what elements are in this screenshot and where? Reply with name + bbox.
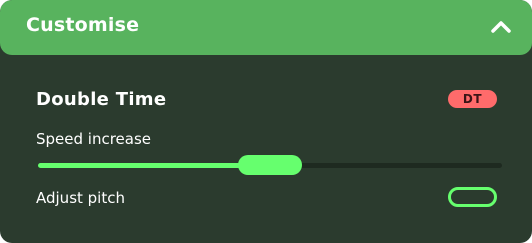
mod-title: Double Time bbox=[36, 89, 167, 110]
speed-increase-slider[interactable] bbox=[38, 155, 502, 175]
mod-acronym-badge: DT bbox=[448, 90, 497, 108]
slider-fill bbox=[38, 163, 270, 168]
chevron-up-icon bbox=[491, 21, 511, 33]
slider-thumb[interactable] bbox=[238, 155, 302, 175]
customise-panel: Customise Double Time DT Speed increase … bbox=[0, 0, 532, 243]
adjust-pitch-toggle[interactable] bbox=[448, 187, 497, 207]
speed-increase-label: Speed increase bbox=[36, 130, 152, 148]
customise-header[interactable]: Customise bbox=[0, 0, 532, 55]
header-title: Customise bbox=[26, 14, 140, 36]
adjust-pitch-label: Adjust pitch bbox=[36, 189, 125, 207]
collapse-button[interactable] bbox=[484, 10, 518, 44]
